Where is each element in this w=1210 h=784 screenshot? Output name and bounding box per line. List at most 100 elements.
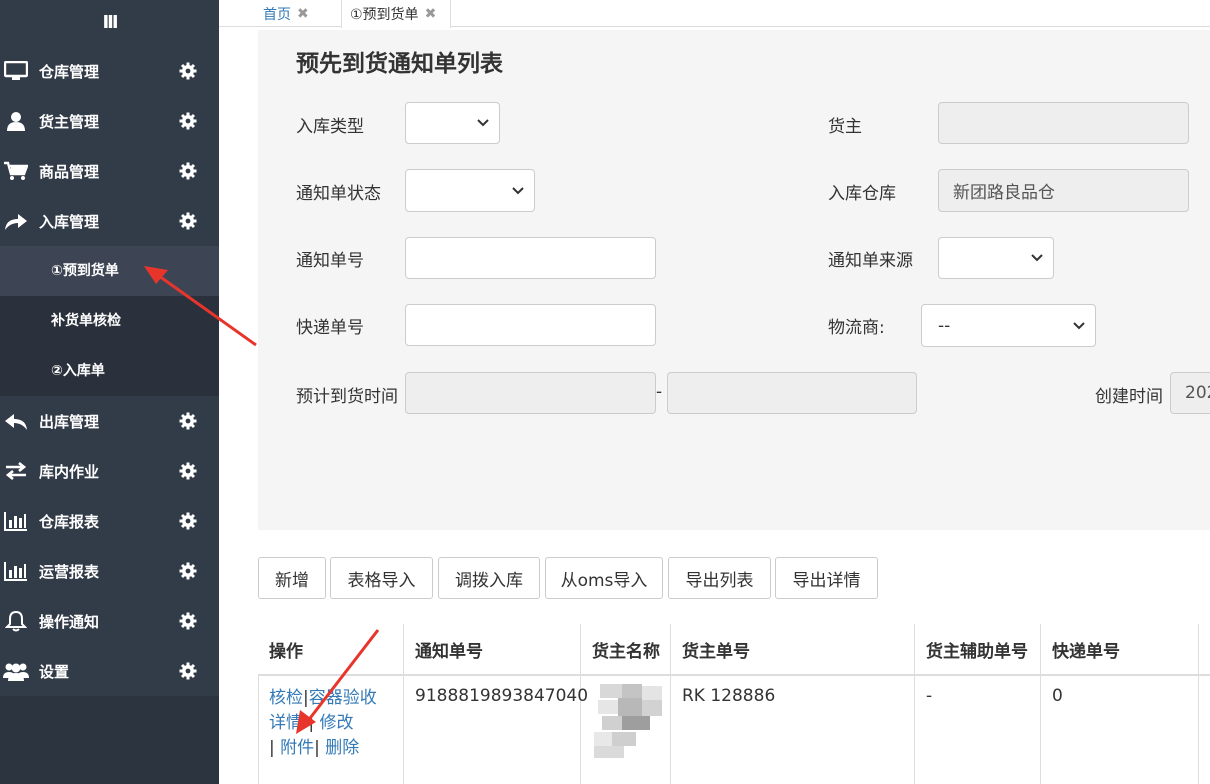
column-header: 货主名称 (581, 624, 671, 676)
share-arrow-icon (2, 210, 30, 232)
chevron-down-icon (477, 119, 489, 127)
sidebar-item-label: 仓库管理 (39, 62, 100, 81)
logistics-select[interactable]: -- (921, 304, 1096, 347)
attachment-link[interactable]: 附件 (280, 738, 314, 758)
sidebar-subitem-arrival-notice[interactable]: ①预到货单 (0, 246, 219, 296)
column-header: 通知单号 (404, 624, 581, 676)
notice-status-select[interactable] (405, 169, 535, 212)
sidebar-item-label: 仓库报表 (39, 512, 100, 531)
bar-chart-icon (2, 510, 30, 532)
column-header (1199, 624, 1210, 676)
sidebar-item-label: 操作通知 (39, 612, 100, 631)
import-table-button[interactable]: 表格导入 (330, 557, 433, 599)
close-icon[interactable]: ✖ (297, 6, 309, 22)
tab-home[interactable]: 首页 ✖ (263, 0, 309, 27)
inbound-type-label: 入库类型 (296, 117, 364, 137)
gear-icon[interactable] (178, 161, 198, 181)
eta-from-input[interactable] (405, 372, 656, 414)
container-accept-link[interactable]: 容器验收 (309, 688, 377, 708)
tab-label: 首页 (263, 6, 291, 23)
sidebar-item-settings[interactable]: 设置 (0, 646, 219, 696)
column-header: 货主单号 (671, 624, 915, 676)
chevron-down-icon (512, 186, 524, 194)
sidebar-item-warehouse[interactable]: 仓库管理 (0, 46, 219, 96)
export-detail-button[interactable]: 导出详情 (775, 557, 878, 599)
gear-icon[interactable] (178, 561, 198, 581)
cart-icon (2, 160, 30, 182)
owner-label: 货主 (828, 117, 862, 137)
tab-label: ①预到货单 (350, 7, 419, 23)
gear-icon[interactable] (178, 411, 198, 431)
delete-link[interactable]: 删除 (325, 738, 359, 758)
column-header: 货主辅助单号 (915, 624, 1041, 676)
add-button[interactable]: 新增 (258, 557, 326, 599)
created-time-label: 创建时间 (1095, 387, 1163, 407)
notice-source-label: 通知单来源 (828, 251, 913, 271)
sidebar-toggle[interactable]: III (0, 0, 219, 46)
sidebar-item-product[interactable]: 商品管理 (0, 146, 219, 196)
gear-icon[interactable] (178, 461, 198, 481)
user-icon (2, 110, 30, 132)
sidebar-subitem-inbound-order[interactable]: ②入库单 (0, 346, 219, 396)
chevron-down-icon (1031, 254, 1043, 262)
sidebar-item-ops-report[interactable]: 运营报表 (0, 546, 219, 596)
cell-express-no: 0 (1041, 676, 1199, 784)
tab-bar: 首页 ✖ ①预到货单 ✖ (219, 0, 1210, 28)
column-header: 操作 (258, 624, 404, 676)
eta-to-input[interactable] (667, 372, 917, 414)
select-value: -- (938, 315, 951, 336)
edit-link[interactable]: 修改 (320, 713, 354, 733)
bell-icon (2, 610, 30, 632)
sidebar-item-inventory-ops[interactable]: 库内作业 (0, 446, 219, 496)
gear-icon[interactable] (178, 611, 198, 631)
redacted-mosaic (594, 684, 662, 758)
page-title: 预先到货通知单列表 (296, 51, 503, 77)
notice-no-input[interactable] (405, 237, 656, 279)
separator: | (269, 738, 275, 758)
sidebar-item-label: 设置 (39, 662, 70, 681)
notice-status-label: 通知单状态 (296, 184, 381, 204)
gear-icon[interactable] (178, 661, 198, 681)
cell-notice-no: 9188819893847040 (404, 676, 588, 784)
warehouse-label: 入库仓库 (828, 184, 896, 204)
express-no-input[interactable] (405, 304, 656, 346)
gear-icon[interactable] (178, 211, 198, 231)
sidebar-filler (0, 696, 219, 784)
column-header: 快递单号 (1041, 624, 1199, 676)
notice-source-select[interactable] (938, 237, 1054, 279)
sidebar-item-inbound[interactable]: 入库管理 (0, 196, 219, 246)
tab-arrival-notice[interactable]: ①预到货单 ✖ (341, 0, 451, 28)
bar-chart-icon (2, 560, 30, 582)
export-list-button[interactable]: 导出列表 (668, 557, 771, 599)
created-time-input[interactable]: 202 (1170, 372, 1210, 414)
check-link[interactable]: 核检 (269, 688, 303, 708)
cell-owner-aux-no: - (915, 676, 1041, 784)
transfer-in-button[interactable]: 调拨入库 (438, 557, 540, 599)
range-dash: - (656, 382, 663, 402)
gear-icon[interactable] (178, 61, 198, 81)
separator: | (308, 713, 315, 733)
gear-icon[interactable] (178, 111, 198, 131)
sidebar-subitem-replenish-check[interactable]: 补货单核检 (0, 296, 219, 346)
sidebar-item-notifications[interactable]: 操作通知 (0, 596, 219, 646)
sidebar-item-warehouse-report[interactable]: 仓库报表 (0, 496, 219, 546)
sidebar: III 仓库管理 货主管理 商品管理 入库管理 ①预到货单 补货单核检 ②入库单… (0, 0, 219, 784)
express-no-label: 快递单号 (296, 318, 364, 338)
sidebar-item-label: 入库管理 (39, 212, 100, 231)
sidebar-item-label: 货主管理 (39, 112, 100, 131)
inbound-type-select[interactable] (405, 102, 500, 144)
sidebar-item-label: 商品管理 (39, 162, 100, 181)
logistics-label: 物流商: (828, 318, 885, 338)
gear-icon[interactable] (178, 511, 198, 531)
close-icon[interactable]: ✖ (425, 6, 437, 22)
sidebar-item-outbound[interactable]: 出库管理 (0, 396, 219, 446)
eta-label: 预计到货时间 (296, 387, 398, 407)
reply-icon (2, 410, 30, 432)
detail-link[interactable]: 详情 (269, 713, 303, 733)
sidebar-item-label: 库内作业 (39, 462, 100, 481)
import-oms-button[interactable]: 从oms导入 (545, 557, 663, 599)
sidebar-item-owner[interactable]: 货主管理 (0, 96, 219, 146)
users-icon (2, 660, 30, 682)
chevron-down-icon (1073, 321, 1085, 329)
separator: | (314, 738, 320, 758)
